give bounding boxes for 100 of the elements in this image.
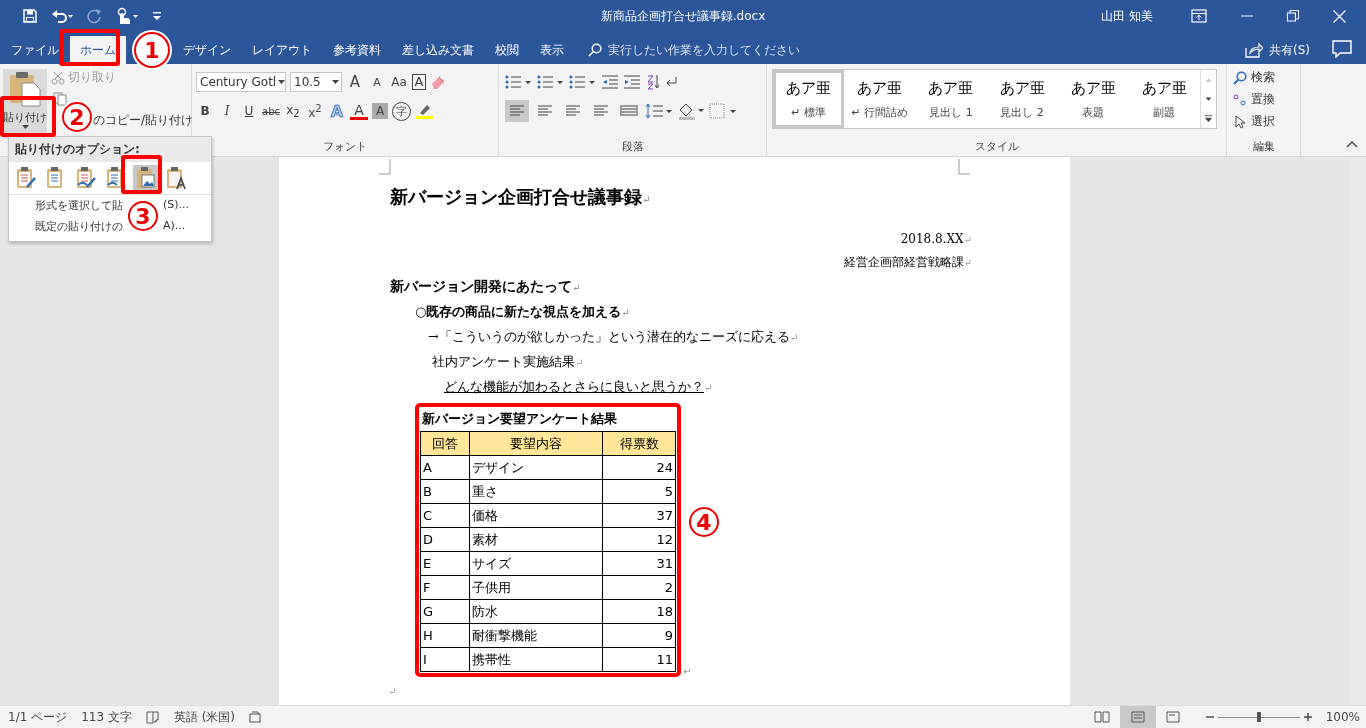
word-count[interactable]: 113 文字 xyxy=(81,708,132,726)
indent-icon[interactable] xyxy=(623,75,641,89)
ribbon-tab[interactable]: 校閲 xyxy=(485,36,529,64)
paste-option-icon[interactable] xyxy=(133,165,159,191)
cursor-icon xyxy=(1233,114,1247,129)
ribbon-tab[interactable]: レイアウト xyxy=(242,36,322,64)
share-button[interactable]: 共有(S) xyxy=(1245,36,1310,64)
zoom-slider[interactable] xyxy=(1217,711,1300,723)
ribbon-tab[interactable]: 参考資料 xyxy=(323,36,391,64)
paragraph-mark: ↵ xyxy=(575,357,584,368)
table-cell: 24 xyxy=(602,455,676,480)
editing-button[interactable]: 検索 xyxy=(1233,69,1300,86)
font-size-dropdown[interactable]: 10.5 xyxy=(290,72,342,92)
document-text: ○既存の商品に新たな視点を加える xyxy=(415,304,622,319)
style-option[interactable]: あア亜 ↵ 行間詰め xyxy=(844,70,916,128)
highlight-frame xyxy=(0,96,56,137)
window-title: 新商品企画打合せ議事録.docx xyxy=(600,7,766,25)
ribbon-tab[interactable]: ファイル xyxy=(0,36,69,64)
customize-icon[interactable] xyxy=(152,10,162,22)
list-icon[interactable] xyxy=(569,74,597,90)
page-count[interactable]: 1/1 ページ xyxy=(8,708,68,726)
table-cell: G xyxy=(420,599,470,624)
table-cell: 価格 xyxy=(469,503,603,528)
style-option[interactable]: あア亜 表題 xyxy=(1057,70,1129,128)
save-icon[interactable] xyxy=(22,8,38,24)
undo-icon[interactable] xyxy=(51,8,73,24)
style-option[interactable]: あア亜 ↵ 標準 xyxy=(773,70,845,128)
editing-button[interactable]: 選択 xyxy=(1233,113,1300,130)
ribbon-tab[interactable]: デザイン xyxy=(173,36,241,64)
zoom-level[interactable]: 100% xyxy=(1325,710,1360,724)
line-spacing-icon[interactable] xyxy=(645,103,673,119)
proofing-icon[interactable] xyxy=(145,710,160,724)
indent-icon[interactable] xyxy=(601,75,619,89)
style-option[interactable]: あア亜 見出し 2 xyxy=(986,70,1058,128)
highlighter-icon[interactable] xyxy=(415,102,435,120)
document-text: 経営企画部経営戦略課 xyxy=(843,255,964,269)
zoom-in-icon[interactable] xyxy=(1303,713,1312,721)
comment-icon[interactable] xyxy=(1332,40,1352,58)
touch-mode-icon[interactable] xyxy=(115,7,139,25)
group-label: 段落 xyxy=(620,139,645,154)
list-icon[interactable] xyxy=(537,74,565,90)
sort-icon[interactable] xyxy=(645,74,661,90)
show-marks-icon[interactable] xyxy=(665,75,679,89)
style-option[interactable]: あア亜 副題 xyxy=(1128,70,1201,128)
print-layout-icon[interactable] xyxy=(1119,706,1156,728)
scissors-icon xyxy=(51,70,65,85)
menu-item-shortcut[interactable]: A)... xyxy=(163,219,186,234)
corner-mark xyxy=(958,159,970,175)
table-cell: F xyxy=(420,575,470,600)
font-button[interactable]: abc xyxy=(262,100,280,122)
macro-icon[interactable] xyxy=(249,711,262,723)
caret-icon xyxy=(330,79,341,85)
font-name-dropdown[interactable]: Century Gotl xyxy=(196,72,286,92)
editing-button[interactable]: 置換 xyxy=(1233,91,1300,108)
style-option[interactable]: あア亜 見出し 1 xyxy=(915,70,987,128)
font-button[interactable]: A xyxy=(350,102,368,120)
font-button[interactable]: B xyxy=(196,100,214,122)
font-button[interactable]: Aa xyxy=(390,71,408,93)
redo-icon xyxy=(86,8,102,24)
paragraph-mark: ↵ xyxy=(642,194,651,205)
font-button[interactable]: A xyxy=(368,71,386,93)
ribbon-tab[interactable]: 表示 xyxy=(530,36,574,64)
document-text: 新バージョン企画打合せ議事録 xyxy=(390,186,642,207)
search-icon xyxy=(588,43,602,57)
ribbon-tab[interactable]: 差し込み文書 xyxy=(392,36,484,64)
shading-icon[interactable] xyxy=(677,102,705,120)
group-label: フォント xyxy=(322,139,368,154)
font-button[interactable]: I xyxy=(218,100,236,122)
paragraph-mark: ↵ xyxy=(963,257,972,268)
menu-item-shortcut[interactable]: (S)... xyxy=(163,198,190,213)
font-button[interactable]: A xyxy=(346,71,364,93)
font-button[interactable]: x$^{2}$ xyxy=(306,100,324,122)
paragraph-mark: ↵ xyxy=(388,686,397,697)
font-button[interactable]: A xyxy=(412,74,426,90)
user-name[interactable]: 山田 知美 xyxy=(1101,7,1153,25)
style-name: ↵ 行間詰め xyxy=(851,104,909,120)
zoom-out-icon[interactable] xyxy=(1205,713,1214,721)
font-button[interactable]: A xyxy=(372,103,388,119)
table-cell: 重さ xyxy=(469,479,603,504)
menu-item[interactable]: 既定の貼り付けの xyxy=(35,219,123,234)
collapse-ribbon-icon[interactable] xyxy=(1346,140,1358,148)
copy-icon[interactable] xyxy=(53,92,69,106)
restore-icon[interactable] xyxy=(1287,10,1299,22)
font-button[interactable]: U xyxy=(240,100,258,122)
menu-item[interactable]: 形式を選択して貼 xyxy=(35,198,123,213)
ribbon-display-icon[interactable] xyxy=(1191,9,1207,23)
caret-icon xyxy=(21,125,29,130)
zoom-thumb[interactable] xyxy=(1256,712,1261,722)
font-button[interactable]: x$_{2}$ xyxy=(284,100,302,122)
share-icon xyxy=(1245,42,1263,58)
tell-me-field[interactable]: 実行したい作業を入力してください xyxy=(608,43,808,57)
step-badge: 4 xyxy=(689,507,719,537)
language-status[interactable]: 英語 (米国) xyxy=(173,708,236,726)
table-cell: 37 xyxy=(602,503,676,528)
close-icon[interactable] xyxy=(1333,9,1346,23)
style-name: 見出し 2 xyxy=(1000,104,1044,120)
format-painter-button[interactable]: のコピー/貼り付け xyxy=(93,112,194,129)
caret-icon xyxy=(276,79,288,85)
table-cell: 携帯性 xyxy=(469,647,603,672)
list-icon[interactable] xyxy=(505,74,533,90)
